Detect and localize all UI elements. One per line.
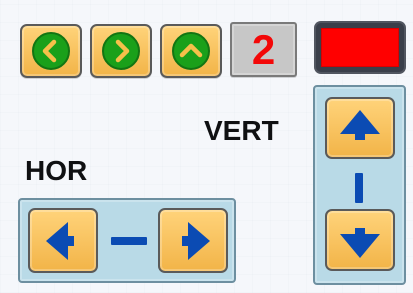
move-up-button[interactable] <box>325 97 395 159</box>
counter-display: 2 <box>230 22 297 77</box>
vertical-connector <box>355 173 363 203</box>
chevron-up-icon <box>172 32 210 70</box>
back-button[interactable] <box>20 24 82 78</box>
horizontal-label: HOR <box>25 155 88 186</box>
stop-indicator <box>321 28 399 67</box>
arrow-left-icon <box>46 221 74 260</box>
chevron-right-icon <box>102 32 140 70</box>
horizontal-connector <box>111 237 147 245</box>
stop-button[interactable] <box>314 21 406 74</box>
vertical-label: VERT <box>204 115 279 146</box>
arrow-up-icon <box>340 110 380 140</box>
move-right-button[interactable] <box>158 208 228 273</box>
vertical-controls-panel <box>313 85 406 285</box>
counter-value: 2 <box>251 25 276 73</box>
arrow-down-icon <box>340 228 380 258</box>
move-down-button[interactable] <box>325 209 395 271</box>
chevron-left-icon <box>32 32 70 70</box>
forward-button[interactable] <box>90 24 152 78</box>
horizontal-controls-panel <box>18 198 236 283</box>
move-left-button[interactable] <box>28 208 98 273</box>
arrow-right-icon <box>182 221 210 260</box>
up-button[interactable] <box>160 24 222 78</box>
